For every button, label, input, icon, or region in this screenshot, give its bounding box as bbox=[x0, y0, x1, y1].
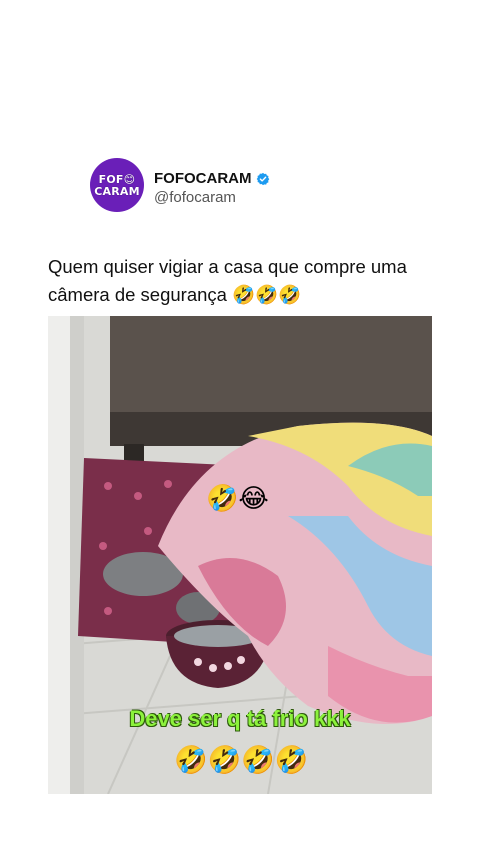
avatar-logo-line1: FOF😊 bbox=[98, 172, 136, 186]
avatar-logo-line2: CARAM bbox=[94, 184, 140, 198]
overlay-emoji-bottom: 🤣🤣🤣🤣 bbox=[174, 745, 309, 776]
account-handle[interactable]: @fofocaram bbox=[154, 189, 236, 206]
overlay-emoji-top: 🤣😂 bbox=[206, 484, 269, 514]
video-media[interactable]: 🤣😂 Deve ser q tá frio kkk 🤣🤣🤣🤣 bbox=[48, 316, 432, 794]
overlay-caption: Deve ser q tá frio kkk bbox=[129, 706, 351, 731]
name-row: FOFOCARAM bbox=[154, 170, 270, 187]
avatar[interactable]: FOF😊 CARAM bbox=[90, 158, 144, 212]
tweet-header: FOF😊 CARAM FOFOCARAM @fofocaram bbox=[90, 158, 430, 216]
tweet-text: Quem quiser vigiar a casa que compre uma… bbox=[48, 256, 407, 305]
display-name[interactable]: FOFOCARAM bbox=[154, 170, 252, 187]
verified-badge-icon bbox=[256, 172, 269, 185]
